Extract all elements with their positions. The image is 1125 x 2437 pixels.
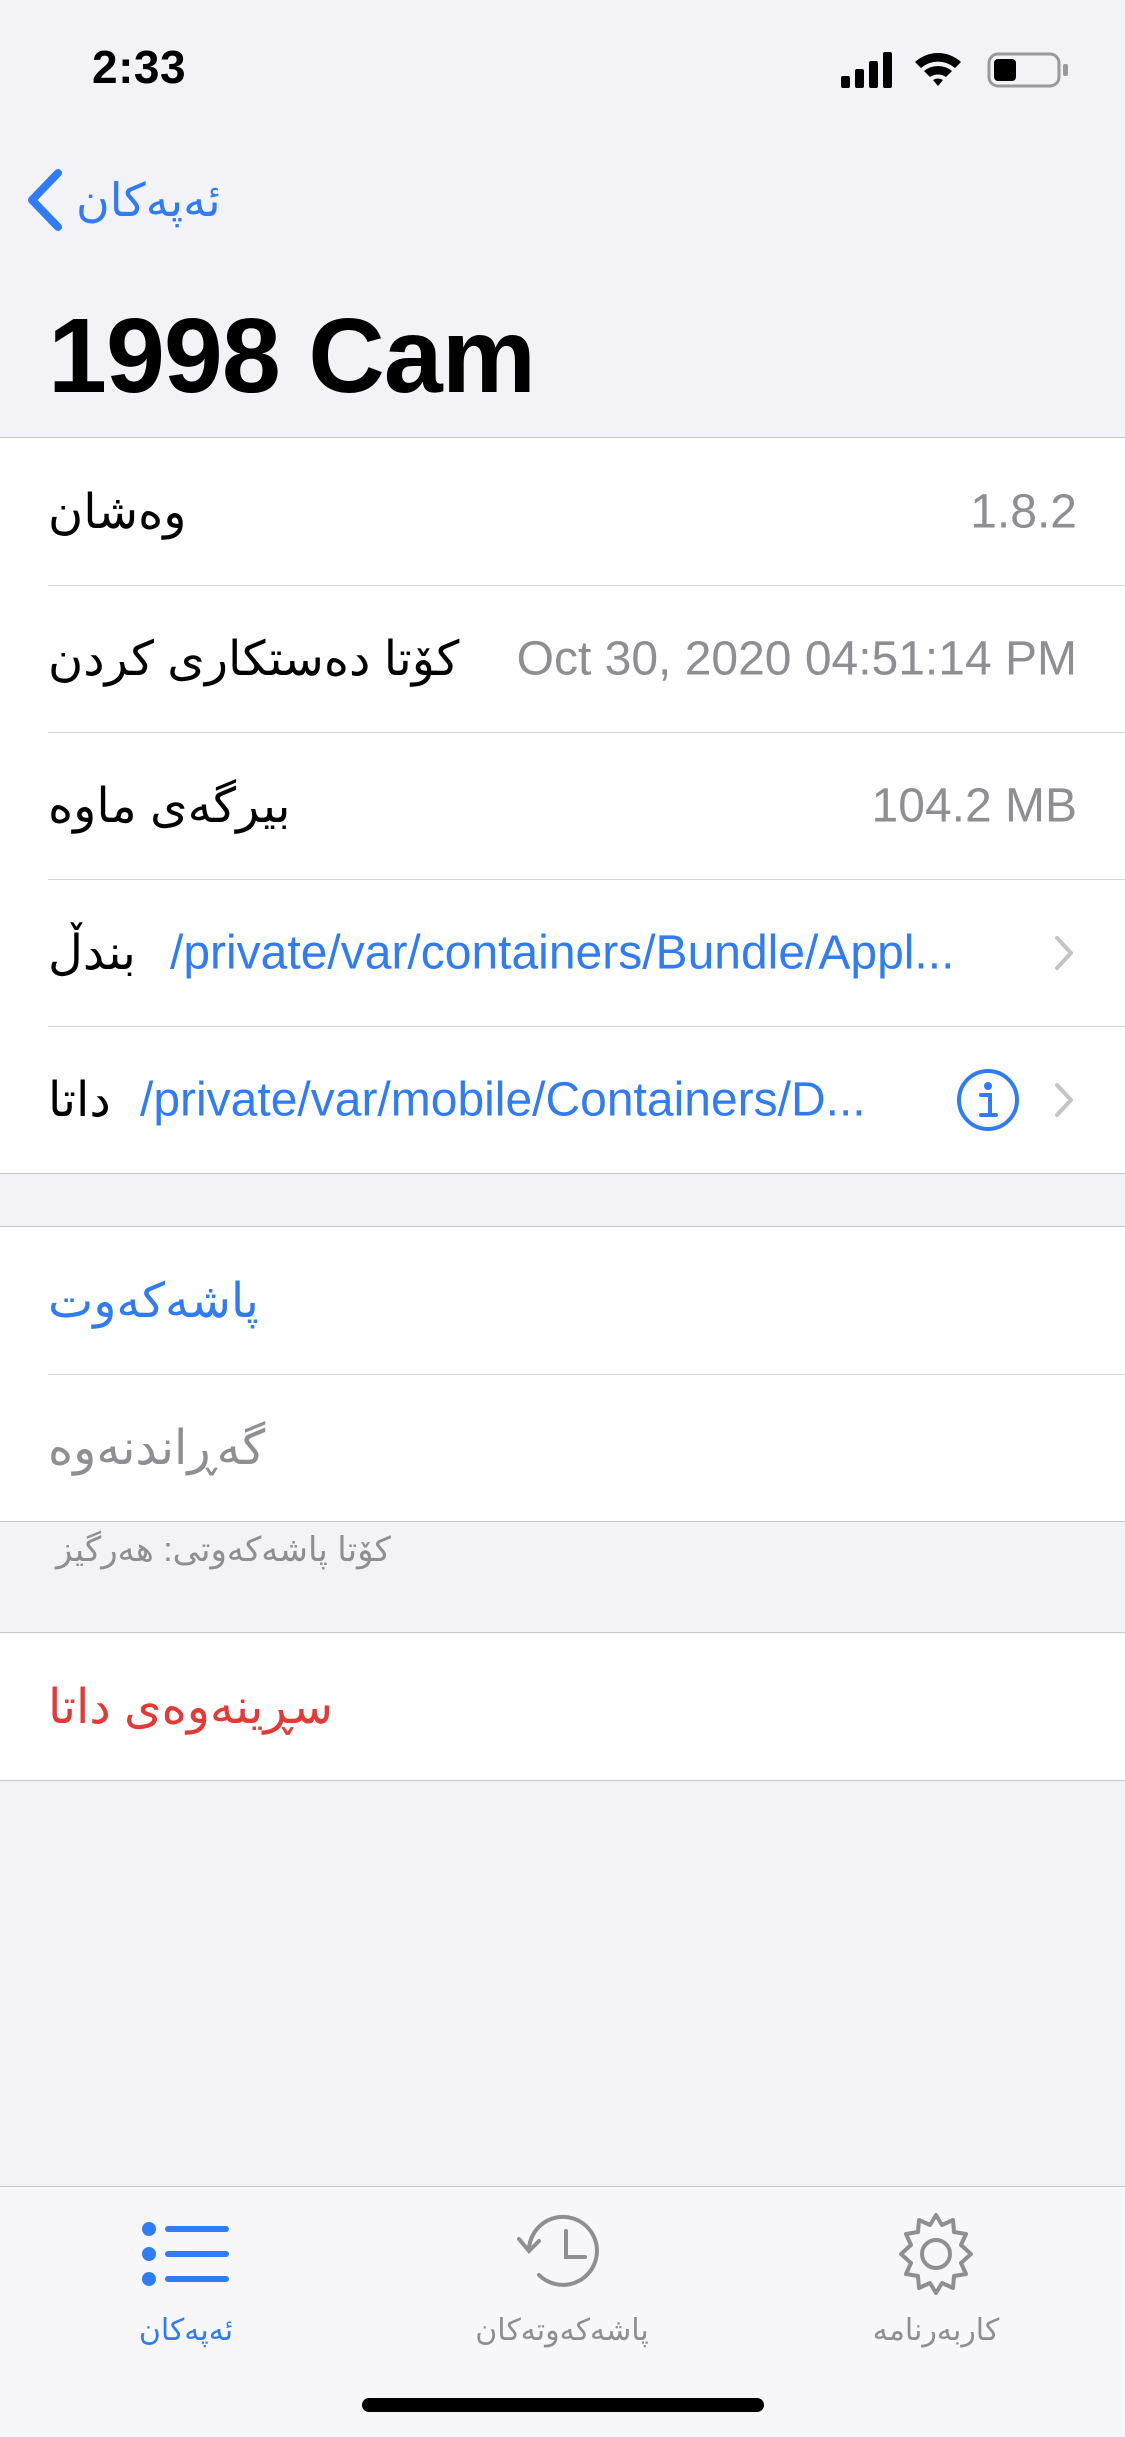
bundle-path-row[interactable]: بندڵ /private/var/containers/Bundle/Appl… (0, 879, 1125, 1026)
storage-row: بیرگەی ماوە 104.2 MB (0, 732, 1125, 879)
bundle-path-link[interactable]: /private/var/containers/Bundle/Appl... (170, 925, 1022, 980)
storage-value: 104.2 MB (871, 779, 1077, 832)
wifi-icon (915, 53, 961, 86)
battery-icon (987, 52, 1068, 88)
gear-icon (899, 2213, 973, 2295)
cellular-signal-icon (841, 52, 892, 88)
data-path-link[interactable]: /private/var/mobile/Containers/D... (140, 1072, 930, 1127)
last-backup-note: کۆتا پاشەکەوتی: هەرگیز (56, 1531, 391, 1569)
page-title: 1998 Cam (48, 297, 536, 415)
last-modified-value: Oct 30, 2020 04:51:14 PM (516, 632, 1077, 685)
history-icon (517, 2214, 599, 2287)
backup-group: پاشەکەوت گەڕاندنەوە (0, 1226, 1125, 1522)
version-row: وەشان 1.8.2 (0, 438, 1125, 585)
home-indicator (362, 2398, 764, 2412)
back-label: ئەپەکان (76, 174, 221, 226)
tab-apps-label: ئەپەکان (138, 2314, 234, 2347)
storage-label: بیرگەی ماوە (48, 779, 291, 833)
status-icons (841, 52, 1068, 88)
tab-backups-label: پاشەکەوتەکان (475, 2314, 649, 2347)
app-info-group: وەشان 1.8.2 کۆتا دەستکاری کردن Oct 30, 2… (0, 437, 1125, 1174)
version-value: 1.8.2 (970, 485, 1077, 538)
data-path-row[interactable]: داتا /private/var/mobile/Containers/D... (0, 1026, 1125, 1173)
info-icon[interactable] (955, 1067, 1021, 1133)
last-modified-row: کۆتا دەستکاری کردن Oct 30, 2020 04:51:14… (0, 585, 1125, 732)
data-label: داتا (48, 1073, 111, 1127)
restore-button[interactable]: گەڕاندنەوە (48, 1420, 265, 1476)
delete-data-button[interactable]: سڕینەوەی داتا (48, 1679, 333, 1735)
tab-backups[interactable]: پاشەکەوتەکان (432, 2209, 692, 2348)
list-icon (142, 2222, 229, 2286)
bundle-label: بندڵ (48, 926, 136, 980)
status-time: 2:33 (92, 41, 187, 93)
delete-group: سڕینەوەی داتا (0, 1632, 1125, 1781)
tab-apps[interactable]: ئەپەکان (56, 2209, 316, 2348)
back-button[interactable]: ئەپەکان (24, 160, 221, 240)
version-label: وەشان (48, 485, 187, 539)
chevron-right-icon (1055, 1082, 1073, 1117)
backup-button[interactable]: پاشەکەوت (48, 1273, 259, 1329)
chevron-left-icon (28, 169, 62, 231)
last-modified-label: کۆتا دەستکاری کردن (48, 632, 460, 686)
tab-settings[interactable]: کاربەرنامە (806, 2209, 1066, 2348)
tab-settings-label: کاربەرنامە (872, 2314, 1000, 2347)
chevron-right-icon (1055, 935, 1073, 970)
backup-row[interactable]: پاشەکەوت (0, 1227, 1125, 1374)
restore-row[interactable]: گەڕاندنەوە (0, 1374, 1125, 1521)
delete-data-row[interactable]: سڕینەوەی داتا (0, 1633, 1125, 1780)
